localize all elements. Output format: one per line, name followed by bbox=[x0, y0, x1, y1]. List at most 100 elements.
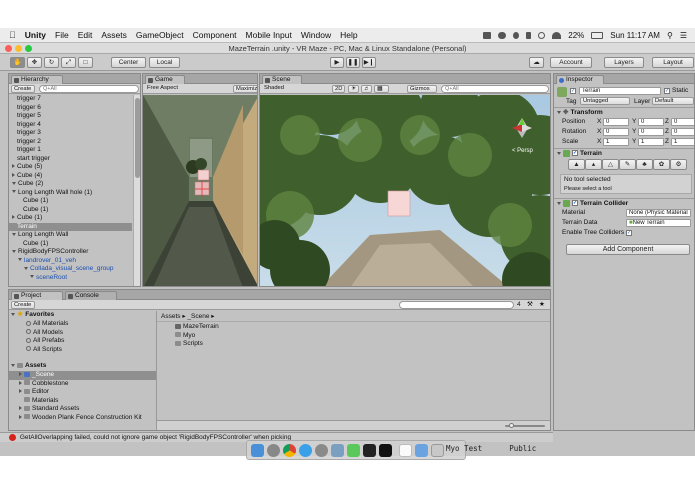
favorites-header[interactable]: ★ Favorites bbox=[9, 311, 156, 320]
notifications-icon[interactable]: ☰ bbox=[680, 31, 687, 40]
drop-icon[interactable] bbox=[513, 31, 520, 39]
close-window-button[interactable] bbox=[5, 45, 12, 52]
hierarchy-item[interactable]: trigger 4 bbox=[9, 121, 132, 130]
favorite-star-icon[interactable]: ★ bbox=[539, 300, 545, 308]
project-search-input[interactable] bbox=[399, 301, 514, 309]
effects-dropdown[interactable]: ▦ bbox=[374, 85, 389, 93]
foldout-arrow-icon[interactable] bbox=[19, 380, 22, 385]
project-file-item[interactable]: Myo bbox=[157, 332, 550, 341]
tab-project[interactable]: Project bbox=[11, 291, 63, 300]
transform-rotation-z-input[interactable]: 0 bbox=[671, 128, 694, 136]
shading-mode-dropdown[interactable]: Shaded bbox=[262, 85, 328, 93]
menu-item-assets[interactable]: Assets bbox=[101, 30, 127, 40]
tab-inspector[interactable]: Inspector bbox=[556, 75, 604, 84]
hierarchy-item[interactable]: trigger 1 bbox=[9, 146, 132, 155]
image-viewer-icon[interactable] bbox=[331, 444, 344, 457]
menu-item-window[interactable]: Window bbox=[301, 30, 331, 40]
hierarchy-item[interactable]: Terrain bbox=[9, 222, 132, 231]
trash-icon[interactable] bbox=[431, 444, 444, 457]
hierarchy-item[interactable]: RigidBodyFPSController bbox=[9, 248, 132, 257]
hierarchy-item[interactable]: Cube (5) bbox=[9, 163, 132, 172]
scene-view-render[interactable]: < Persp bbox=[260, 95, 551, 287]
foldout-arrow-icon[interactable] bbox=[19, 414, 22, 419]
foldout-arrow-icon[interactable] bbox=[12, 232, 16, 236]
foldout-arrow-icon[interactable] bbox=[12, 172, 15, 177]
messages-icon[interactable] bbox=[347, 444, 360, 457]
menu-item-mobile-input[interactable]: Mobile Input bbox=[246, 30, 292, 40]
hierarchy-create-dropdown[interactable]: Create bbox=[11, 85, 35, 93]
scene-search-input[interactable]: Q+All bbox=[441, 85, 549, 93]
smooth-height-tool[interactable]: △ bbox=[602, 159, 619, 170]
foldout-arrow-icon[interactable] bbox=[12, 249, 16, 253]
object-name-input[interactable]: Terrain bbox=[579, 87, 661, 95]
game-view-render[interactable] bbox=[143, 95, 258, 287]
foldout-arrow-icon[interactable] bbox=[12, 181, 16, 185]
hierarchy-item[interactable]: Cube (4) bbox=[9, 172, 132, 181]
menu-item-edit[interactable]: Edit bbox=[78, 30, 93, 40]
breadcrumb-root[interactable]: Assets bbox=[161, 313, 181, 320]
place-trees-tool[interactable]: ♣ bbox=[636, 159, 653, 170]
transform-position-y-input[interactable]: 0 bbox=[638, 118, 664, 126]
wifi-icon[interactable] bbox=[552, 31, 562, 39]
menu-app-name[interactable]: Unity bbox=[25, 30, 46, 40]
tab-hierarchy[interactable]: Hierarchy bbox=[11, 75, 63, 84]
raise-lower-terrain-tool[interactable]: ▲ bbox=[568, 159, 585, 170]
asset-folder-item[interactable]: Materials bbox=[9, 397, 156, 406]
lighting-toggle[interactable]: ☀ bbox=[348, 85, 359, 93]
foldout-arrow-icon[interactable] bbox=[24, 266, 28, 270]
hierarchy-item[interactable]: sceneRoot bbox=[9, 274, 132, 283]
hierarchy-item[interactable]: trigger 2 bbox=[9, 138, 132, 147]
transform-rotation-x-input[interactable]: 0 bbox=[603, 128, 629, 136]
menu-item-component[interactable]: Component bbox=[193, 30, 237, 40]
menu-item-gameobject[interactable]: GameObject bbox=[136, 30, 184, 40]
move-tool-button[interactable]: ✥ bbox=[27, 57, 42, 68]
play-button[interactable]: ▶ bbox=[330, 57, 344, 68]
terminal-icon[interactable] bbox=[363, 444, 376, 457]
layout-dropdown[interactable]: Layout bbox=[652, 57, 694, 68]
tag-dropdown[interactable]: Untagged bbox=[580, 97, 630, 105]
hierarchy-search-input[interactable]: Q+All bbox=[39, 85, 139, 93]
favorites-foldout-icon[interactable] bbox=[11, 312, 15, 316]
apple-icon[interactable]:  bbox=[9, 30, 16, 40]
terrain-foldout-icon[interactable] bbox=[557, 151, 561, 155]
asset-folder-item[interactable]: Cobblestone bbox=[9, 380, 156, 389]
terrain-data-field[interactable]: ■New Terrain bbox=[626, 219, 691, 227]
active-checkbox[interactable]: ✓ bbox=[570, 88, 576, 94]
pivot-toggle[interactable]: Center bbox=[111, 57, 146, 68]
folder-icon[interactable] bbox=[415, 444, 428, 457]
pause-button[interactable]: ❚❚ bbox=[346, 57, 360, 68]
foldout-arrow-icon[interactable] bbox=[30, 275, 34, 279]
foldout-arrow-icon[interactable] bbox=[19, 406, 22, 411]
step-button[interactable]: ▶❙ bbox=[362, 57, 376, 68]
collider-foldout-icon[interactable] bbox=[557, 201, 561, 205]
transform-foldout-icon[interactable] bbox=[557, 110, 561, 114]
terrain-component-header[interactable]: ✓ Terrain bbox=[554, 148, 694, 158]
hierarchy-item[interactable]: trigger 3 bbox=[9, 129, 132, 138]
asset-folder-item[interactable]: Wooden Plank Fence Construction Kit bbox=[9, 414, 156, 423]
hierarchy-item[interactable]: trigger 7 bbox=[9, 95, 132, 104]
battery-icon[interactable] bbox=[591, 31, 604, 39]
launchpad-icon[interactable] bbox=[267, 444, 280, 457]
clock-icon[interactable] bbox=[538, 31, 546, 39]
transform-scale-z-input[interactable]: 1 bbox=[671, 138, 694, 146]
asset-folder-item[interactable]: Standard Assets bbox=[9, 405, 156, 414]
chrome-icon[interactable] bbox=[283, 444, 296, 457]
paint-height-tool[interactable]: ▴ bbox=[585, 159, 602, 170]
favorite-item[interactable]: All Scripts bbox=[9, 346, 156, 355]
project-create-dropdown[interactable]: Create bbox=[11, 301, 35, 309]
foldout-arrow-icon[interactable] bbox=[19, 389, 22, 394]
camera-icon[interactable] bbox=[483, 31, 492, 39]
transform-rotation-y-input[interactable]: 0 bbox=[638, 128, 664, 136]
transform-scale-x-input[interactable]: 1 bbox=[603, 138, 629, 146]
assets-foldout-icon[interactable] bbox=[11, 363, 15, 367]
zoom-window-button[interactable] bbox=[25, 45, 32, 52]
settings-icon[interactable] bbox=[315, 444, 328, 457]
static-checkbox[interactable]: ✓ bbox=[664, 88, 670, 94]
cloud-services-button[interactable]: ☁ bbox=[529, 57, 544, 68]
hierarchy-item[interactable]: landrover_01_veh bbox=[9, 257, 132, 266]
maximize-on-play-toggle[interactable]: Maximiz bbox=[233, 85, 257, 93]
layers-dropdown[interactable]: Layers bbox=[604, 57, 644, 68]
spotlight-icon[interactable]: ⚲ bbox=[667, 31, 673, 40]
foldout-arrow-icon[interactable] bbox=[12, 215, 15, 220]
rotate-tool-button[interactable]: ↻ bbox=[44, 57, 59, 68]
